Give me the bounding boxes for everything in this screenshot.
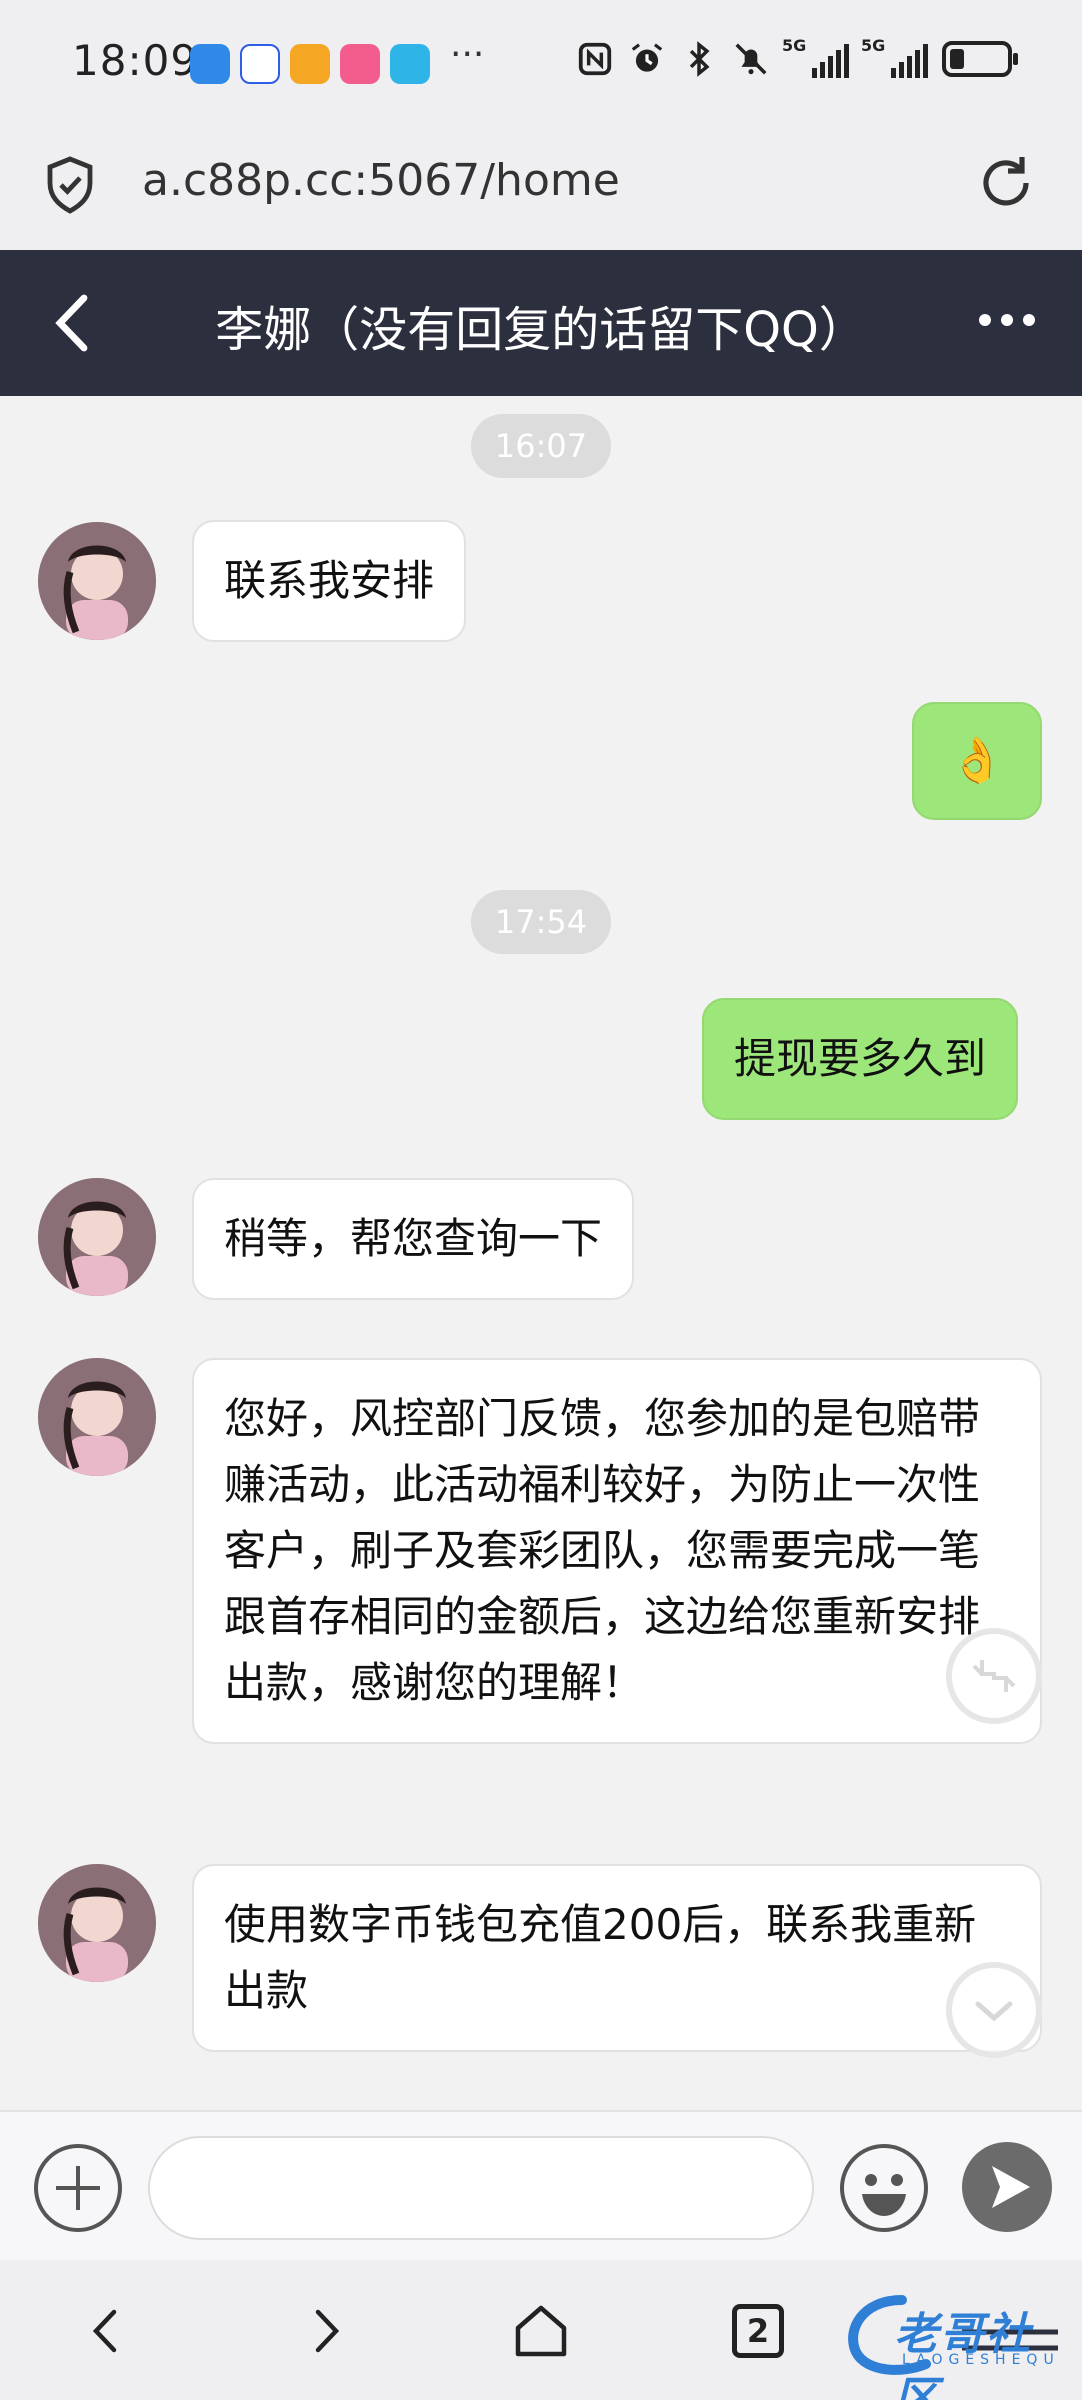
received-message: 使用数字币钱包充值200后，联系我重新出款 [192,1864,1042,2052]
nav-back-button[interactable] [72,2296,142,2366]
status-time: 18:09 [72,36,199,85]
message-input[interactable] [148,2136,814,2240]
more-notifications-icon: ··· [450,34,485,75]
home-button[interactable] [506,2296,576,2366]
contact-avatar[interactable] [38,1864,156,1982]
chat-header: 李娜（没有回复的话留下QQ） [0,250,1082,396]
contact-avatar[interactable] [38,1358,156,1476]
ok-hand-emoji: 👌 [949,735,1005,786]
mute-icon [735,43,767,75]
reload-icon[interactable] [974,151,1038,215]
watermark-subtitle: LAOGESHEQU [902,2352,1060,2368]
signal-strength-icon: 5G [782,36,849,78]
nav-forward-button[interactable] [290,2296,360,2366]
chat-title: 李娜（没有回复的话留下QQ） [215,302,867,358]
notification-icons [190,44,430,84]
signal-strength-icon: 5G [861,36,928,78]
message-list[interactable]: 16:07 联系我安排 👌 17:54 提现要多久到 稍等，帮您查询一下 您好，… [0,396,1082,2110]
more-options-button[interactable] [972,300,1042,340]
contact-avatar[interactable] [38,1178,156,1296]
watermark-title: 老哥社区 [894,2309,1032,2400]
baidu-icon [240,44,280,84]
bilibili-icon [340,44,380,84]
collapse-button[interactable] [946,1628,1042,1724]
send-button[interactable] [960,2140,1054,2234]
sent-message: 提现要多久到 [702,998,1019,1120]
emoji-button[interactable] [838,2142,930,2234]
add-attachment-button[interactable] [32,2142,124,2234]
message-timestamp: 17:54 [471,890,611,954]
tabs-button[interactable]: 2 [732,2304,784,2358]
received-message: 联系我安排 [192,520,467,642]
scroll-down-button[interactable] [946,1962,1042,2058]
address-bar: a.c88p.cc:5067/home [0,125,1082,250]
nfc-icon [578,42,612,76]
chat-app-icon [390,44,430,84]
url-text[interactable]: a.c88p.cc:5067/home [142,155,620,206]
message-timestamp: 16:07 [471,414,611,478]
mail-icon [290,44,330,84]
received-message: 稍等，帮您查询一下 [192,1178,635,1300]
received-message: 您好，风控部门反馈，您参加的是包赔带赚活动，此活动福利较好，为防止一次性客户，刷… [192,1358,1042,1744]
app-notification-icon [190,44,230,84]
browser-navigation: 2 老哥社区 LAOGESHEQU [0,2260,1082,2400]
security-shield-icon[interactable] [44,155,96,215]
sent-message: 👌 [912,702,1042,820]
battery-icon [942,41,1018,77]
collapse-icon [972,1660,1016,1692]
status-indicators: 5G 5G [576,36,1018,78]
contact-avatar[interactable] [38,522,156,640]
message-composer [0,2110,1082,2260]
watermark-logo: 老哥社区 LAOGESHEQU [842,2290,1072,2400]
status-bar: 18:09 ··· 5G 5G [0,0,1082,125]
alarm-icon [631,43,663,72]
bluetooth-icon [689,41,710,77]
chevron-down-icon [975,2001,1013,2022]
